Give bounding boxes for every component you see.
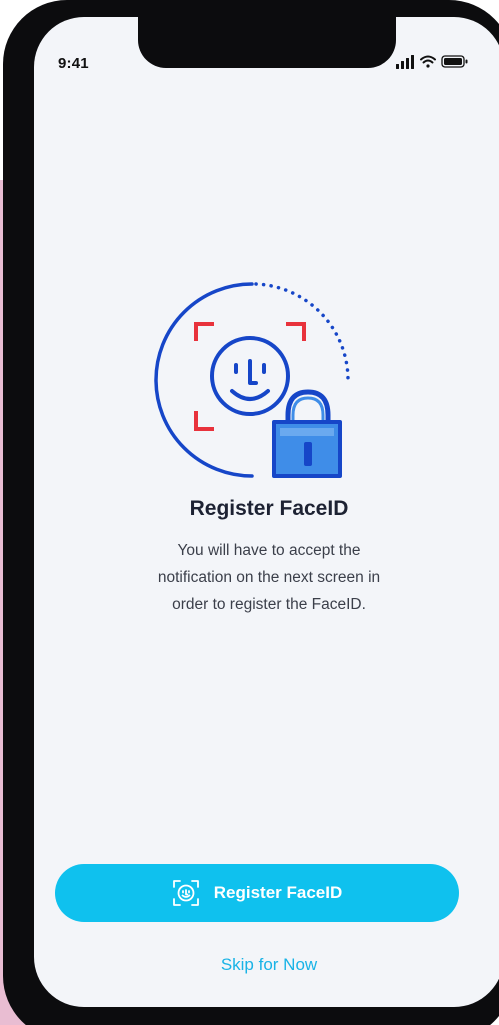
register-faceid-button[interactable]: Register FaceID	[55, 864, 459, 922]
phone-notch	[138, 17, 396, 68]
description-line: order to register the FaceID.	[172, 596, 366, 613]
battery-icon	[441, 55, 468, 68]
description-line: notification on the next screen in	[157, 569, 381, 586]
phone-screen: 9:41 Register FaceID You will have to ac…	[34, 17, 499, 1007]
page: 9:41 Register FaceID You will have to ac…	[0, 0, 499, 1025]
face-scan-icon	[172, 880, 199, 906]
scan-arc	[154, 282, 254, 478]
status-time: 9:41	[58, 55, 89, 72]
phone-frame: 9:41 Register FaceID You will have to ac…	[3, 0, 499, 1025]
status-icons	[396, 55, 468, 69]
face-scan-icon	[210, 336, 290, 416]
register-faceid-button-label: Register FaceID	[213, 883, 343, 902]
faceid-illustration	[154, 282, 350, 478]
signal-icon	[396, 55, 414, 69]
padlock-icon	[272, 389, 342, 478]
description-line: You will have to accept the	[177, 542, 361, 559]
description: You will have to accept the notification…	[99, 537, 439, 618]
skip-for-now-link[interactable]: Skip for Now	[34, 955, 499, 975]
wifi-icon	[420, 55, 436, 68]
page-title: Register FaceID	[189, 497, 349, 520]
